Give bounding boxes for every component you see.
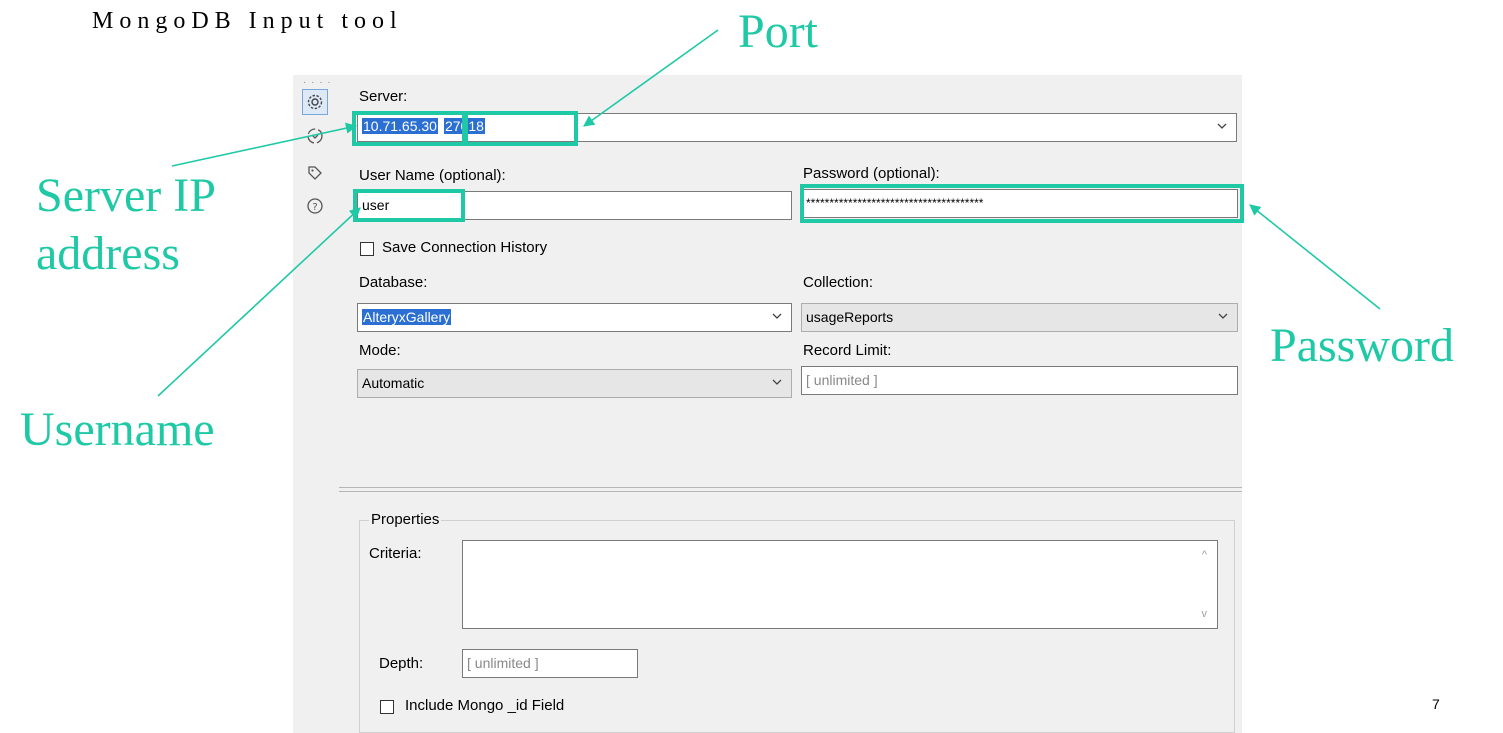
port-callout: Port xyxy=(738,5,819,58)
server-ip-callout-line1: Server IP xyxy=(36,169,216,222)
server-ip-callout-line2: address xyxy=(36,227,180,280)
page-number: 7 xyxy=(1432,696,1440,712)
password-callout: Password xyxy=(1270,319,1455,372)
username-callout: Username xyxy=(20,403,215,456)
